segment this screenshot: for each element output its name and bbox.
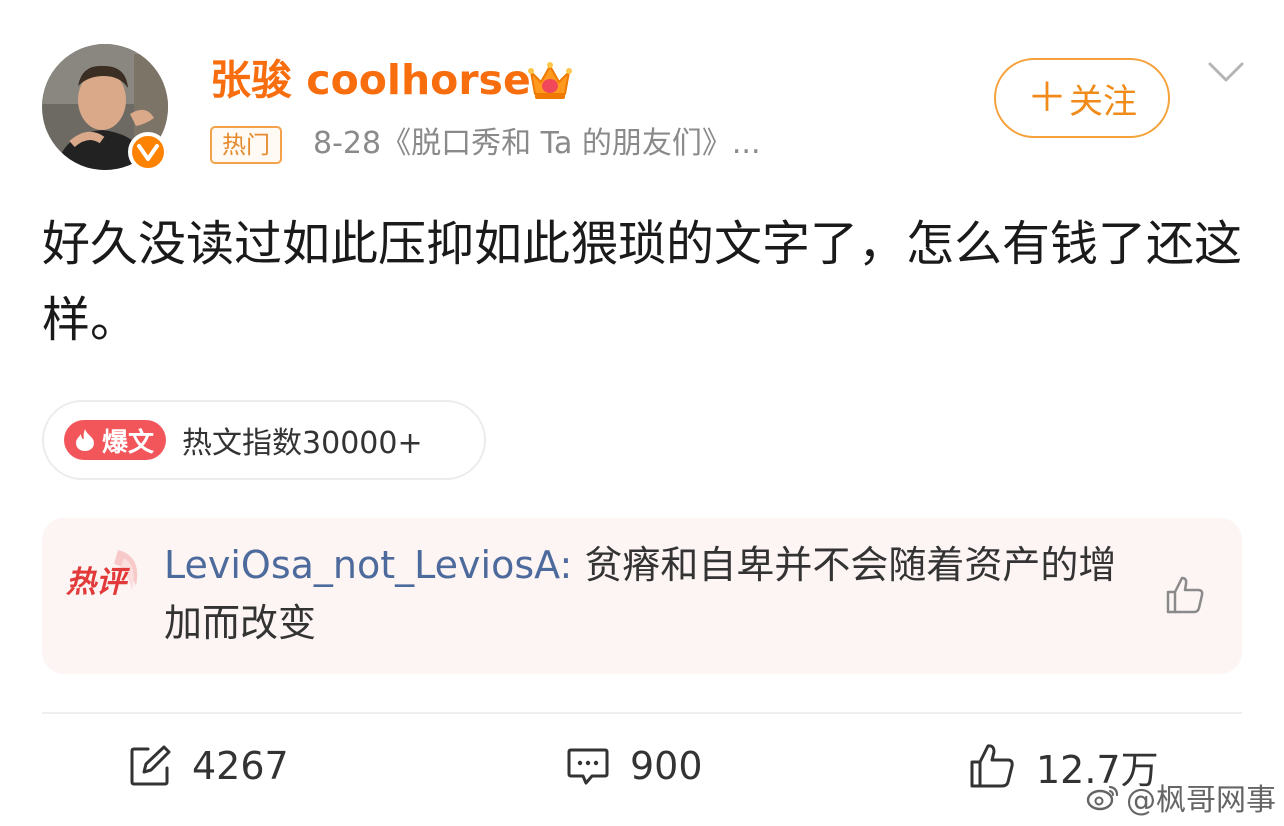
comment-button[interactable]: 900 [566, 738, 703, 794]
comment-separator: : [559, 543, 585, 587]
hot-comment[interactable]: 热评 LeviOsa_not_LeviosA: 贫瘠和自卑并不会随着资产的增加而… [42, 518, 1242, 674]
hot-comment-body: LeviOsa_not_LeviosA: 贫瘠和自卑并不会随着资产的增加而改变 [164, 536, 1124, 652]
hot-index-pill[interactable]: 爆文 热文指数30000+ [42, 400, 486, 480]
verified-v-icon [128, 132, 168, 172]
hot-index-text: 热文指数30000+ [182, 426, 423, 461]
explode-badge: 爆文 [64, 420, 167, 460]
hot-comment-label-text: 热评 [66, 565, 131, 600]
plus-icon: ＋ [1027, 75, 1067, 121]
watermark-text: @枫哥网事 [1126, 783, 1276, 818]
watermark: @枫哥网事 [1086, 775, 1276, 819]
follow-button-label: 关注 [1069, 81, 1137, 122]
follow-button[interactable]: ＋ 关注 [994, 58, 1170, 138]
weibo-logo-icon [1086, 785, 1119, 811]
repost-count: 4267 [192, 744, 289, 788]
flame-icon [76, 429, 94, 451]
post-meta[interactable]: 8-28《脱口秀和 Ta 的朋友们》... [313, 124, 761, 164]
comment-icon [567, 748, 609, 785]
chevron-down-icon[interactable] [1206, 58, 1246, 88]
divider [42, 712, 1242, 714]
explode-badge-label: 爆文 [102, 427, 155, 458]
comment-count: 900 [630, 744, 703, 788]
post-text: 好久没读过如此压抑如此猥琐的文字了，怎么有钱了还这样。 [42, 216, 1243, 348]
thumbs-up-icon [970, 744, 1014, 788]
hot-tag: 热门 [210, 126, 282, 164]
repost-button[interactable]: 4267 [128, 738, 289, 794]
thumbs-up-icon[interactable] [1164, 574, 1206, 616]
comment-author[interactable]: LeviOsa_not_LeviosA [164, 543, 559, 587]
hot-comment-label: 热评 [65, 546, 146, 606]
username[interactable]: 张骏 coolhorse [210, 55, 531, 105]
repost-icon [130, 745, 171, 786]
crown-icon [527, 58, 573, 102]
